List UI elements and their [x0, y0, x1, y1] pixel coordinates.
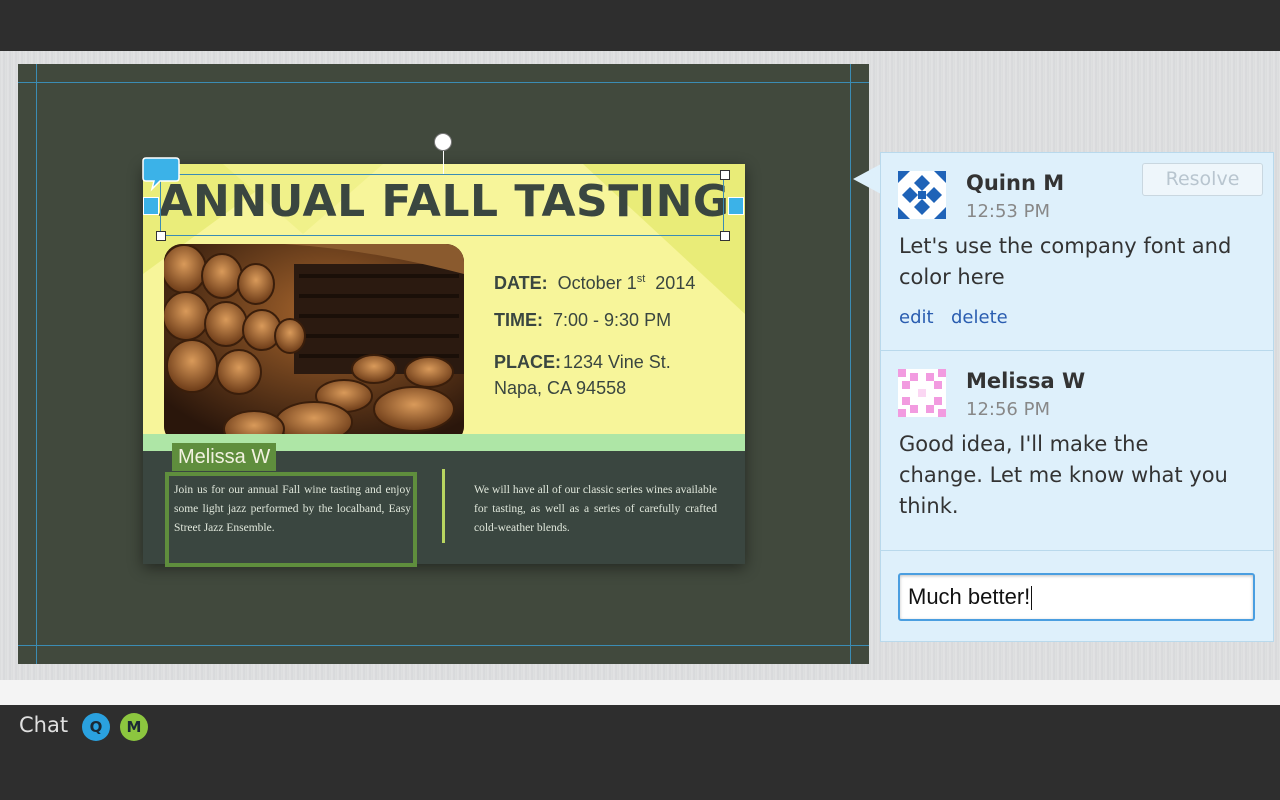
date-label: DATE: — [494, 273, 548, 293]
resize-handle-right[interactable] — [728, 197, 744, 215]
wine-barrels-image — [164, 244, 464, 444]
guide-line-right — [850, 64, 851, 664]
text-caret — [1031, 586, 1033, 611]
body-text-right[interactable]: We will have all of our classic series w… — [474, 481, 717, 538]
guide-line-top — [18, 82, 869, 83]
comment-time: 12:56 PM — [966, 399, 1050, 420]
reply-input-value: Much better! — [908, 584, 1031, 609]
comment-separator — [881, 550, 1273, 551]
place-line1: 1234 Vine St. — [563, 352, 671, 372]
resize-handle-left[interactable] — [143, 197, 159, 215]
rotate-handle-stem — [443, 150, 444, 174]
wine-cellar-photo[interactable] — [164, 244, 464, 444]
title-selection-box — [160, 174, 724, 236]
comment-panel-pointer — [853, 164, 881, 194]
place-label: PLACE: — [494, 352, 561, 372]
avatar-quinn — [898, 171, 946, 219]
collaborator-selection-box — [165, 472, 417, 567]
date-value: October 1 — [557, 273, 637, 293]
chat-label[interactable]: Chat — [19, 713, 68, 737]
time-label: TIME: — [494, 310, 543, 330]
chat-user-badge-q[interactable]: Q — [82, 713, 110, 741]
comment-author: Quinn M — [966, 171, 1065, 195]
guide-line-left — [36, 64, 37, 664]
comment-author: Melissa W — [966, 369, 1086, 393]
chat-user-badge-m[interactable]: M — [120, 713, 148, 741]
rotate-handle[interactable] — [434, 133, 452, 151]
bottom-strip — [0, 680, 1280, 705]
event-date[interactable]: DATE: October 1st 2014 — [494, 266, 695, 296]
collaborator-cursor-tag: Melissa W — [172, 443, 277, 471]
comment-text: Let's use the company font and color her… — [899, 234, 1232, 289]
avatar-melissa — [898, 369, 946, 417]
event-place[interactable]: PLACE: 1234 Vine St. Napa, CA 94558 — [494, 349, 671, 401]
reply-input[interactable]: Much better! — [898, 573, 1255, 621]
event-time[interactable]: TIME: 7:00 - 9:30 PM — [494, 307, 671, 333]
date-year: 2014 — [655, 273, 696, 293]
column-divider — [442, 469, 445, 543]
guide-line-bottom — [18, 645, 869, 646]
date-suffix: st — [636, 273, 646, 285]
edit-comment-link[interactable]: edit — [899, 307, 934, 328]
comment-bubble-icon[interactable] — [142, 156, 180, 192]
comment-time: 12:53 PM — [966, 201, 1050, 222]
resize-handle-tl[interactable] — [156, 231, 166, 241]
resize-handle-tr[interactable] — [720, 170, 730, 180]
time-value: 7:00 - 9:30 PM — [553, 310, 672, 330]
resize-handle-br[interactable] — [720, 231, 730, 241]
resolve-button[interactable]: Resolve — [1142, 163, 1263, 196]
comment-text: Good idea, I'll make the change. Let me … — [899, 432, 1228, 518]
comment-separator — [881, 350, 1273, 351]
delete-comment-link[interactable]: delete — [951, 307, 1008, 328]
place-line2: Napa, CA 94558 — [494, 378, 627, 398]
